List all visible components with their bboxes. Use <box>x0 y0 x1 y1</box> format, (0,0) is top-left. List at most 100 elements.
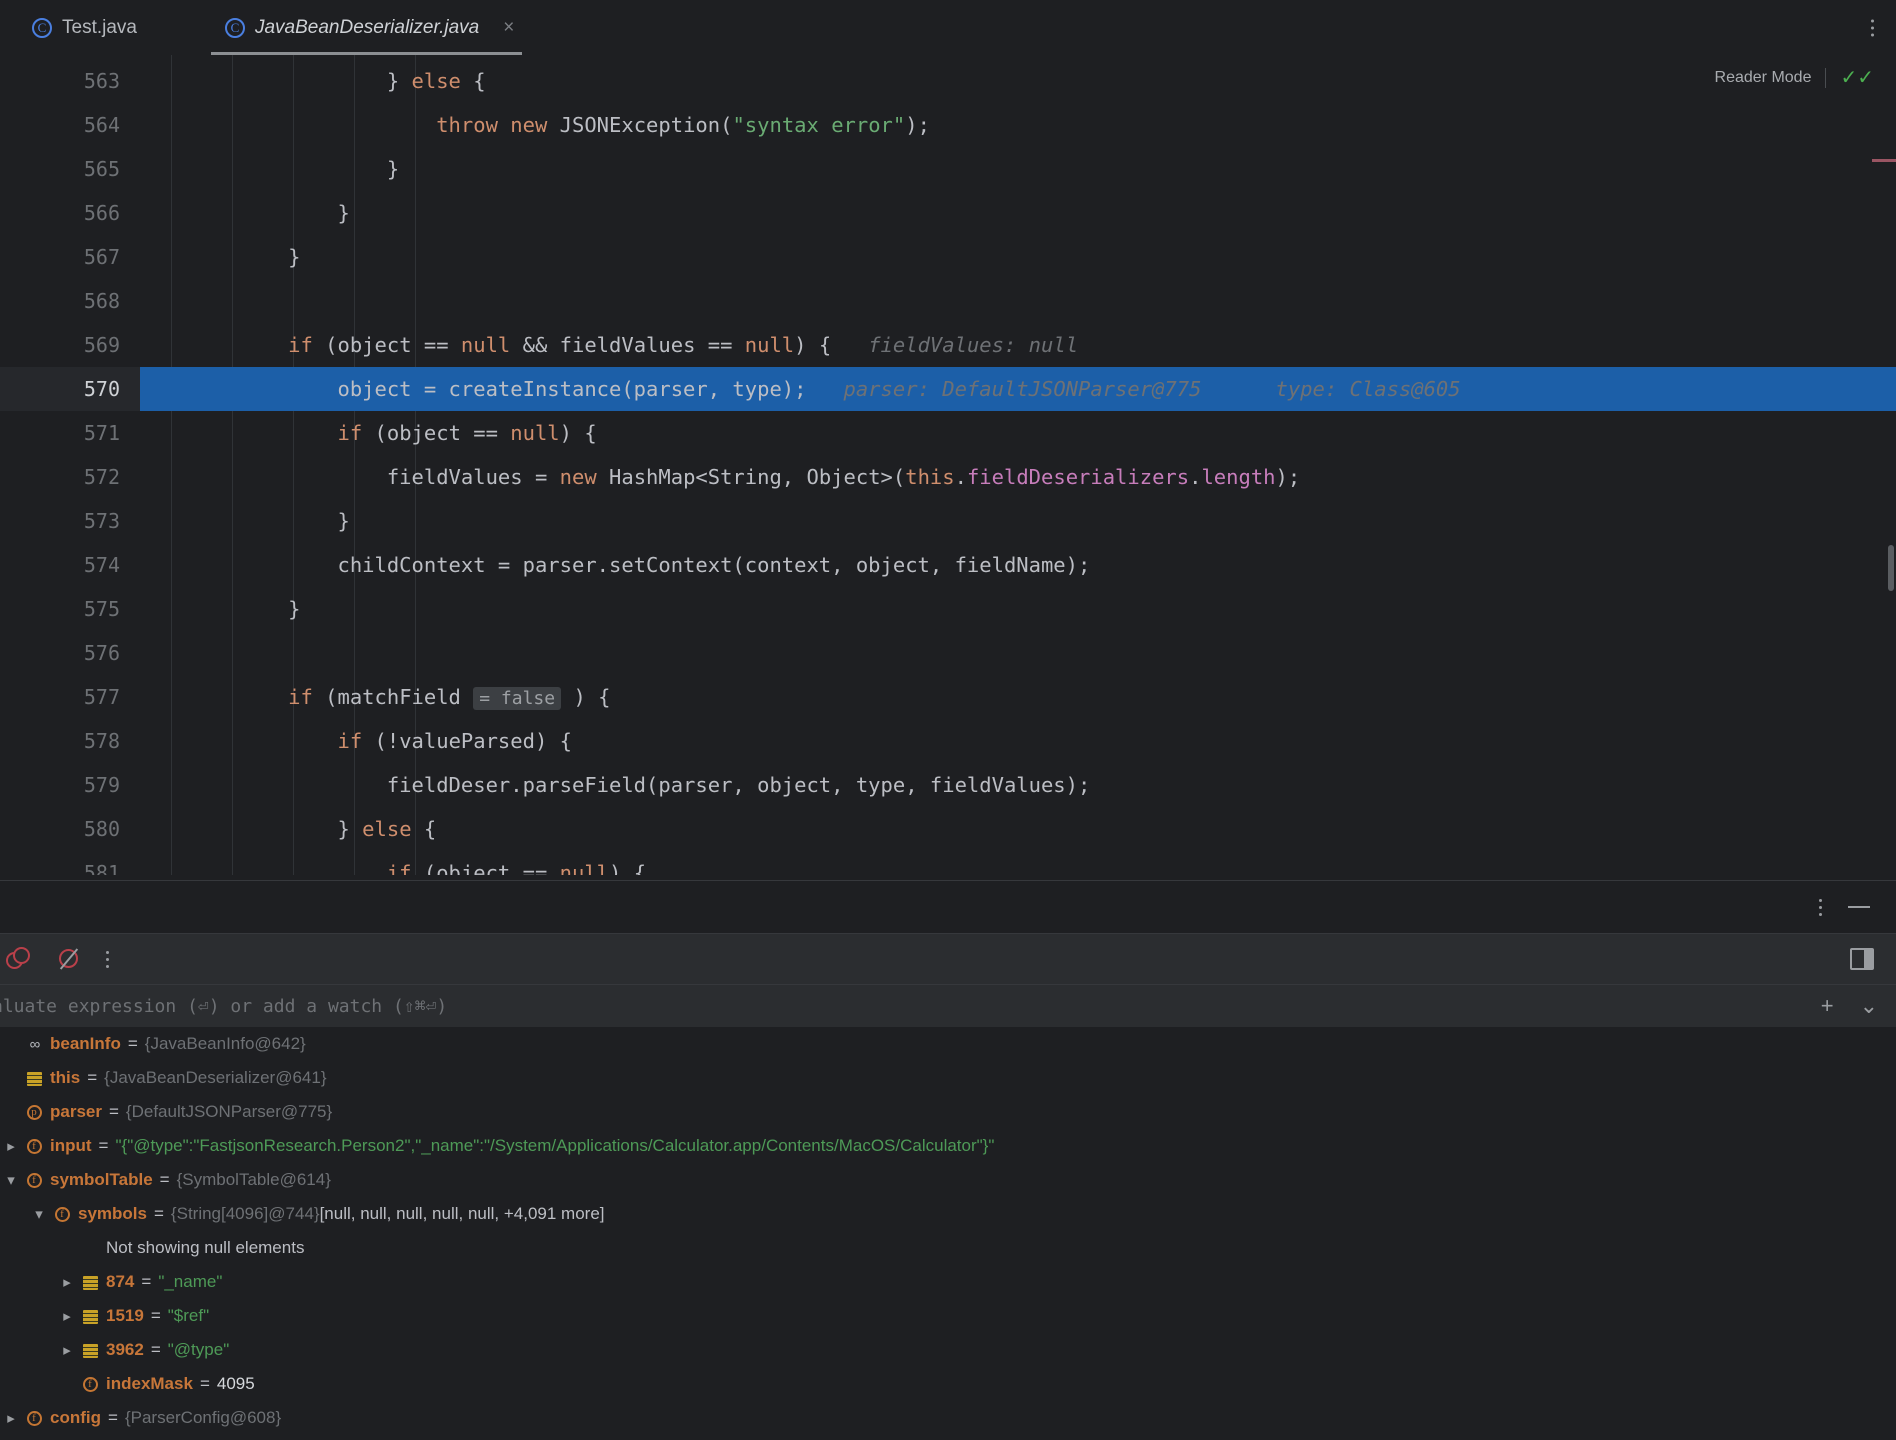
expand-arrow-icon[interactable]: ▸ <box>0 1137 22 1155</box>
code-text: if (object == null) { <box>386 861 647 875</box>
code-text: if (!valueParsed) { <box>337 729 572 753</box>
code-line[interactable]: 572 fieldValues = new HashMap<String, Ob… <box>0 455 1896 499</box>
parameter-icon: p <box>26 1105 42 1121</box>
java-class-icon: C <box>32 17 52 38</box>
line-number: 581 <box>83 861 120 875</box>
object-icon <box>82 1343 98 1358</box>
variable-row[interactable]: ▸ f input = "{"@type":"FastjsonResearch.Pers… <box>0 1129 1896 1163</box>
view-breakpoints-icon[interactable] <box>6 946 32 972</box>
variable-row[interactable]: f indexMask = 4095 <box>0 1367 1896 1401</box>
layout-settings-icon[interactable] <box>1850 948 1874 970</box>
variable-row[interactable]: p parser = {DefaultJSONParser@775} <box>0 1095 1896 1129</box>
code-line-current[interactable]: 570 object = createInstance(parser, type… <box>0 367 1896 411</box>
expand-arrow-icon[interactable]: ▸ <box>56 1341 78 1359</box>
line-number: 567 <box>83 245 120 269</box>
code-line[interactable]: 565 } <box>0 147 1896 191</box>
code-editor[interactable]: 563 } else {564 throw new JSONException(… <box>0 55 1896 875</box>
variable-value: "$ref" <box>167 1306 210 1325</box>
code-line[interactable]: 574 childContext = parser.setContext(con… <box>0 543 1896 587</box>
code-line[interactable]: 581 if (object == null) { <box>0 851 1896 875</box>
add-watch-icon[interactable]: + <box>1821 993 1834 1019</box>
editor-tab-bar: C Test.java C JavaBeanDeserializer.java … <box>0 0 1896 55</box>
variables-tree[interactable]: ∞ beanInfo = {JavaBeanInfo@642} this = {JavaBe… <box>0 1027 1896 1440</box>
code-line[interactable]: 579 fieldDeser.parseField(parser, object… <box>0 763 1896 807</box>
variable-row[interactable]: ▸ f config = {ParserConfig@608} <box>0 1401 1896 1435</box>
debugger-more-options-button[interactable] <box>106 950 109 968</box>
tab-javabeandeserializer-java[interactable]: C JavaBeanDeserializer.java × <box>203 0 530 55</box>
variable-note: Not showing null elements <box>106 1238 305 1257</box>
variable-row[interactable]: Not showing null elements <box>0 1231 1896 1265</box>
code-line[interactable]: 568 <box>0 279 1896 323</box>
code-text: } <box>140 245 301 269</box>
code-line[interactable]: 575 } <box>0 587 1896 631</box>
field-icon: f <box>26 1173 42 1189</box>
code-text: object = createInstance(parser, type); p… <box>140 377 1461 401</box>
equals-sign: = <box>108 1102 119 1121</box>
double-check-icon: ✓✓ <box>1840 67 1874 89</box>
object-icon <box>82 1309 98 1324</box>
variable-row[interactable]: ▸ 1519 = "$ref" <box>0 1299 1896 1333</box>
code-line[interactable]: 577 if (matchField = false ) { <box>0 675 1896 719</box>
variable-name: config <box>50 1408 101 1427</box>
debugger-panel-header <box>0 881 1896 933</box>
variable-name: symbolTable <box>50 1170 153 1189</box>
variable-row[interactable]: ▸ 3962 = "@type" <box>0 1333 1896 1367</box>
tab-bar-more-options-button[interactable] <box>1862 19 1882 36</box>
expand-arrow-icon[interactable]: ▸ <box>56 1273 78 1291</box>
collapse-arrow-icon[interactable]: ▾ <box>28 1205 50 1223</box>
vertical-dots-icon <box>1862 19 1882 36</box>
tab-test-java[interactable]: C Test.java <box>10 0 153 55</box>
tab-label: Test.java <box>62 16 137 38</box>
code-text: throw new JSONException("syntax error"); <box>436 113 930 137</box>
line-number: 565 <box>83 157 120 181</box>
code-line[interactable]: 569 if (object == null && fieldValues ==… <box>0 323 1896 367</box>
reader-mode-indicator[interactable]: Reader Mode ✓✓ <box>1715 65 1874 90</box>
equals-sign: = <box>141 1272 152 1291</box>
debugger-panel: aluate expression (⏎) or add a watch (⇧⌘… <box>0 880 1896 1440</box>
code-line[interactable]: 563 } else { <box>0 59 1896 103</box>
line-number: 570 <box>0 367 140 411</box>
code-line[interactable]: 573 } <box>0 499 1896 543</box>
equals-sign: = <box>150 1306 161 1325</box>
line-number: 576 <box>83 641 120 665</box>
chevron-down-icon[interactable]: ⌄ <box>1860 993 1878 1019</box>
field-icon: f <box>82 1377 98 1393</box>
variable-value: {String[4096]@744} <box>170 1204 320 1223</box>
variable-row[interactable]: ∞ beanInfo = {JavaBeanInfo@642} <box>0 1027 1896 1061</box>
code-text: if (object == null) { <box>337 421 597 445</box>
variable-value: "_name" <box>158 1272 223 1291</box>
code-line[interactable]: 580 } else { <box>0 807 1896 851</box>
code-line[interactable]: 571 if (object == null) { <box>0 411 1896 455</box>
variable-row[interactable]: ▸ 874 = "_name" <box>0 1265 1896 1299</box>
close-icon[interactable]: × <box>503 17 514 39</box>
variable-name: parser <box>50 1102 102 1121</box>
vertical-scrollbar-thumb[interactable] <box>1888 545 1894 591</box>
expand-arrow-icon[interactable]: ▸ <box>0 1409 22 1427</box>
code-line[interactable]: 578 if (!valueParsed) { <box>0 719 1896 763</box>
collapse-arrow-icon[interactable]: ▾ <box>0 1171 22 1189</box>
code-text: } else { <box>140 817 437 841</box>
variable-value: {ParserConfig@608} <box>124 1408 282 1427</box>
code-line[interactable]: 566 } <box>0 191 1896 235</box>
variable-value: {DefaultJSONParser@775} <box>125 1102 333 1121</box>
code-line[interactable]: 567 } <box>0 235 1896 279</box>
debugger-toolbar <box>0 933 1896 985</box>
code-line[interactable]: 576 <box>0 631 1896 675</box>
error-stripe-marker[interactable] <box>1872 159 1896 162</box>
equals-sign: = <box>150 1340 161 1359</box>
code-line[interactable]: 564 throw new JSONException("syntax erro… <box>0 103 1896 147</box>
minimize-panel-button[interactable] <box>1848 906 1870 908</box>
equals-sign: = <box>199 1374 210 1393</box>
evaluate-expression-row[interactable]: aluate expression (⏎) or add a watch (⇧⌘… <box>0 985 1896 1027</box>
glasses-icon: ∞ <box>29 1036 41 1053</box>
variable-name: symbols <box>78 1204 147 1223</box>
variable-row[interactable]: this = {JavaBeanDeserializer@641} <box>0 1061 1896 1095</box>
equals-sign: = <box>98 1136 109 1155</box>
object-icon <box>26 1071 42 1086</box>
panel-more-options-button[interactable] <box>1819 898 1822 916</box>
mute-breakpoints-icon[interactable] <box>56 946 82 972</box>
variable-row[interactable]: ▾ f symbols = {String[4096]@744} [null, null… <box>0 1197 1896 1231</box>
variable-row[interactable]: ▾ f symbolTable = {SymbolTable@614} <box>0 1163 1896 1197</box>
expand-arrow-icon[interactable]: ▸ <box>56 1307 78 1325</box>
variable-name: beanInfo <box>50 1034 121 1053</box>
